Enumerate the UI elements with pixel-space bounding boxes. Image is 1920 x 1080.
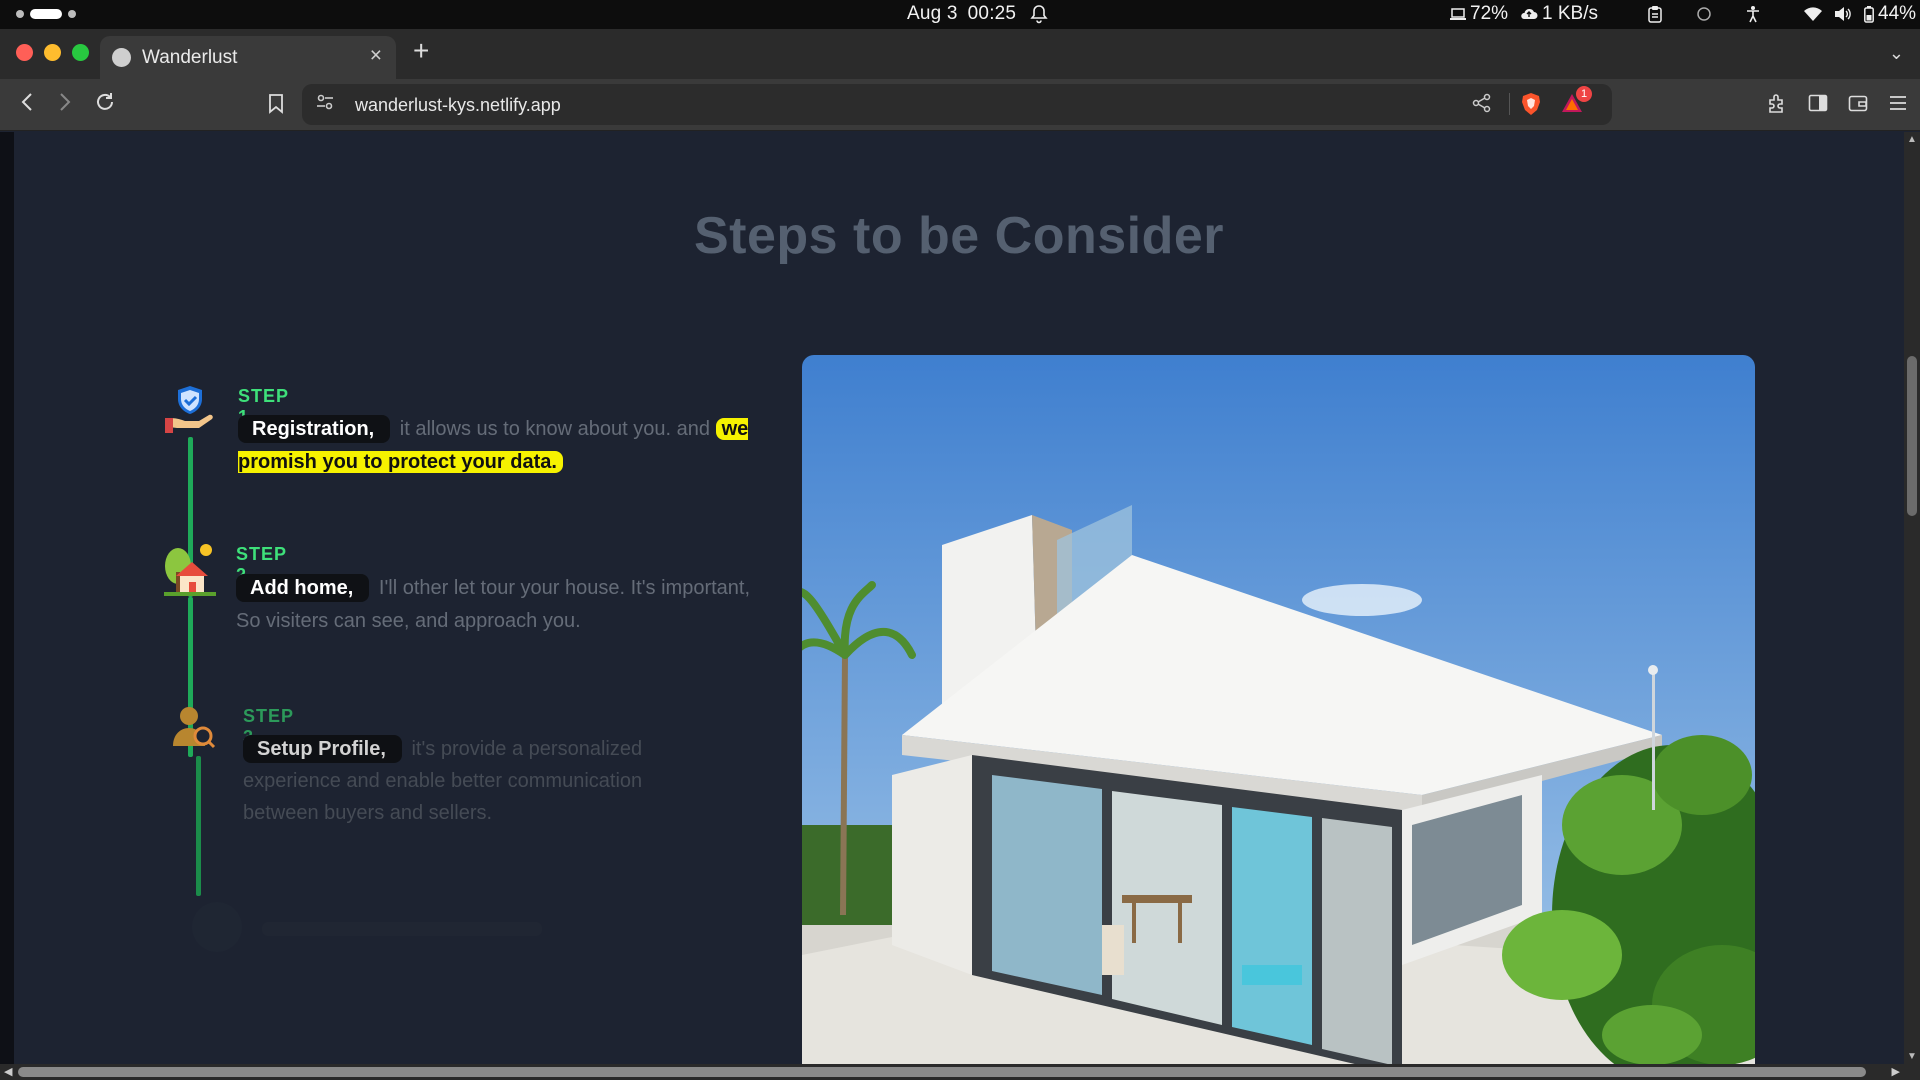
scroll-down-arrow-icon[interactable]: ▼ (1907, 1051, 1917, 1062)
workspace-active-pill (30, 9, 62, 19)
window-controls (16, 44, 89, 61)
wallet-icon[interactable] (1848, 93, 1868, 120)
globe-icon (112, 48, 131, 67)
faded-step-text (262, 922, 542, 936)
step-1-text: it allows us to know about you. and (394, 418, 716, 440)
browser-toolbar: wanderlust-kys.netlify.app 1 (0, 79, 1920, 131)
horizontal-scroll-thumb[interactable] (18, 1067, 1866, 1077)
vertical-scroll-thumb[interactable] (1907, 356, 1917, 516)
shield-hand-icon (163, 383, 217, 442)
tab-title: Wanderlust (142, 47, 238, 68)
step-2-chip: Add home, (236, 574, 370, 602)
sidebar-toggle-icon[interactable] (1808, 93, 1828, 120)
status-circle-icon[interactable] (1696, 6, 1712, 22)
scroll-left-arrow-icon[interactable]: ◀ (4, 1065, 12, 1078)
section-heading: Steps to be Consider (693, 207, 1225, 265)
menu-hamburger-icon[interactable] (1888, 93, 1908, 120)
close-tab-icon[interactable]: × (370, 44, 382, 68)
share-icon[interactable] (1472, 93, 1492, 119)
cloud-upload-icon (1521, 8, 1538, 19)
house-tree-icon (162, 542, 218, 603)
accessibility-icon[interactable] (1746, 5, 1760, 23)
laptop-battery-icon (1450, 8, 1466, 20)
workspace-indicator[interactable] (16, 9, 76, 19)
address-bar[interactable]: wanderlust-kys.netlify.app 1 (302, 84, 1612, 125)
extensions-icon[interactable] (1766, 93, 1788, 120)
network-speed-value: 1 KB/s (1542, 3, 1599, 24)
bookmark-icon (269, 94, 283, 114)
horizontal-scrollbar[interactable]: ◀ ▶ (0, 1064, 1920, 1080)
forward-button[interactable] (58, 91, 72, 118)
new-tab-button[interactable]: + (413, 37, 429, 65)
site-settings-icon[interactable] (316, 94, 334, 115)
browser-tab[interactable]: Wanderlust × (100, 36, 396, 79)
step-1-chip: Registration, (238, 415, 391, 443)
wifi-icon[interactable] (1804, 7, 1823, 21)
system-tray: 72% 1 KB/s 44% (1450, 3, 1916, 25)
url-text[interactable]: wanderlust-kys.netlify.app (355, 95, 561, 116)
battery-value: 44% (1878, 3, 1917, 24)
bookmark-button[interactable] (268, 93, 284, 119)
workspace-dot (68, 10, 76, 18)
step-3-chip: Setup Profile, (243, 735, 402, 763)
clock[interactable]: Aug 3 00:25 (907, 3, 1016, 25)
faded-step-icon (192, 902, 242, 952)
workspace-dot (16, 10, 24, 18)
network-speed-indicator[interactable]: 1 KB/s (1520, 3, 1598, 25)
close-window-button[interactable] (16, 44, 33, 61)
step-1-description: Registration, it allows us to know about… (238, 413, 758, 479)
rewards-badge: 1 (1576, 86, 1592, 102)
battery-icon (1864, 5, 1874, 23)
page-viewport: Steps to be Consider STEP 1 Registration… (0, 132, 1904, 1064)
user-search-icon (169, 704, 217, 757)
scroll-up-arrow-icon[interactable]: ▲ (1907, 134, 1917, 145)
date: Aug 3 (907, 3, 958, 24)
timeline-line (196, 756, 201, 896)
house-photo (802, 355, 1755, 1064)
volume-icon[interactable] (1834, 6, 1852, 22)
maximize-window-button[interactable] (72, 44, 89, 61)
minimize-window-button[interactable] (44, 44, 61, 61)
toolbar-actions (1766, 93, 1908, 120)
time: 00:25 (967, 3, 1017, 24)
back-button[interactable] (20, 91, 34, 118)
step-2-description: Add home, I'll other let tour your house… (236, 572, 756, 638)
address-divider (1509, 93, 1510, 115)
arrow-right-icon (60, 93, 71, 111)
reload-button[interactable] (94, 91, 116, 118)
clipboard-icon[interactable] (1648, 5, 1662, 23)
step-3-description: Setup Profile, it's provide a personaliz… (243, 733, 713, 829)
reload-icon (97, 93, 113, 110)
battery-indicator[interactable]: 44% (1864, 3, 1916, 25)
brave-shields-icon[interactable] (1520, 92, 1542, 121)
tab-list-chevron-icon[interactable]: ⌄ (1889, 43, 1904, 64)
system-top-bar: Aug 3 00:25 72% 1 KB/s 44% (0, 0, 1920, 29)
browser-tab-strip: Wanderlust × + ⌄ (0, 29, 1920, 79)
scroll-right-arrow-icon[interactable]: ▶ (1892, 1065, 1900, 1078)
device-battery-indicator[interactable]: 72% (1450, 3, 1508, 25)
page-content: Steps to be Consider STEP 1 Registration… (14, 132, 1904, 1064)
vertical-scrollbar[interactable]: ▲ ▼ (1904, 132, 1920, 1064)
arrow-left-icon (21, 93, 32, 111)
notification-bell-icon[interactable] (1030, 4, 1048, 30)
device-battery-value: 72% (1470, 3, 1509, 24)
